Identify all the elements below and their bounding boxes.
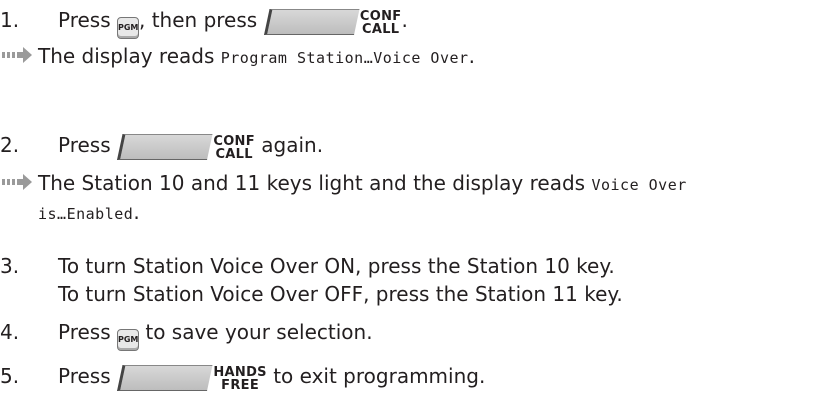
display-text: Voice Over: [591, 176, 687, 194]
display-text: Program Station…Voice Over: [220, 49, 469, 67]
step-number: 5.: [0, 364, 20, 388]
step-text: Press: [58, 133, 111, 157]
pgm-key-icon: PGM: [117, 329, 139, 351]
step-number: 4.: [0, 320, 20, 344]
step-number: 1.: [0, 8, 20, 32]
step-text: to exit programming.: [273, 364, 486, 388]
step-number: 3.: [0, 254, 20, 278]
step-number: 2.: [0, 133, 20, 157]
step-text: again.: [261, 133, 324, 157]
result-text: The Station 10 and 11 keys light and the…: [38, 171, 586, 195]
step-text: , then press: [139, 8, 258, 32]
display-text: is…Enabled: [38, 205, 134, 223]
step-text: To turn Station Voice Over OFF, press th…: [58, 282, 623, 306]
arrow-right-icon: [2, 47, 32, 63]
conf-call-key-label: CONF CALL: [359, 9, 402, 37]
conf-call-key-icon: [263, 9, 360, 35]
result-text: The display reads: [38, 44, 215, 68]
result-2-cont: is…Enabled.: [38, 200, 140, 224]
step-text: Press: [58, 8, 111, 32]
hands-free-key-icon: [117, 365, 213, 391]
hands-free-key-label: HANDS FREE: [213, 365, 267, 393]
conf-call-key-label: CONF CALL: [213, 134, 255, 162]
arrow-right-icon: [2, 174, 32, 190]
step-text: Press: [58, 364, 111, 388]
step-text: to save your selection.: [145, 320, 373, 344]
pgm-key-icon: PGM: [117, 17, 139, 39]
step-text: To turn Station Voice Over ON, press the…: [58, 254, 615, 278]
step-text: Press: [58, 320, 111, 344]
conf-call-key-icon: [117, 134, 213, 160]
